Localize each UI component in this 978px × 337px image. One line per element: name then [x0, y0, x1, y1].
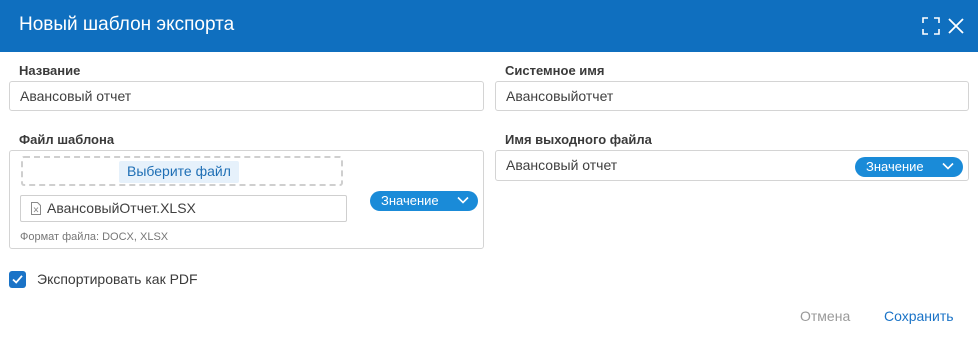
maximize-icon[interactable]	[921, 16, 941, 36]
save-button[interactable]: Сохранить	[884, 308, 954, 324]
cancel-button[interactable]: Отмена	[800, 308, 850, 324]
output-value-button[interactable]: Значение	[855, 157, 963, 177]
chevron-down-icon	[457, 196, 469, 204]
export-pdf-checkbox[interactable]	[9, 271, 26, 288]
export-pdf-label: Экспортировать как PDF	[37, 271, 198, 287]
name-input[interactable]: Авансовый отчет	[9, 81, 484, 111]
output-value-button-label: Значение	[866, 159, 924, 174]
system-name-input[interactable]: Авансовыйотчет	[495, 81, 969, 111]
system-name-label: Системное имя	[505, 63, 605, 78]
close-icon[interactable]	[946, 16, 966, 36]
export-template-dialog: Новый шаблон экспорта Название Авансовый…	[0, 0, 978, 337]
chevron-down-icon	[942, 162, 954, 170]
dialog-header: Новый шаблон экспорта	[0, 0, 978, 52]
output-file-value: Авансовый отчет	[506, 157, 618, 173]
choose-file-button[interactable]: Выберите файл	[119, 161, 239, 183]
checkmark-icon	[12, 275, 23, 284]
excel-file-icon	[31, 202, 41, 215]
output-file-label: Имя выходного файла	[505, 132, 652, 147]
file-format-hint: Формат файла: DOCX, XLSX	[20, 231, 169, 243]
selected-file-name: АвансовыйОтчет.XLSX	[47, 200, 196, 216]
name-label: Название	[19, 63, 81, 78]
file-dropzone[interactable]: Выберите файл	[21, 156, 343, 186]
template-value-button-label: Значение	[381, 193, 439, 208]
dialog-title: Новый шаблон экспорта	[19, 14, 235, 35]
selected-file-field[interactable]: АвансовыйОтчет.XLSX	[20, 195, 347, 222]
template-value-button[interactable]: Значение	[370, 191, 478, 211]
template-file-label: Файл шаблона	[19, 132, 115, 147]
